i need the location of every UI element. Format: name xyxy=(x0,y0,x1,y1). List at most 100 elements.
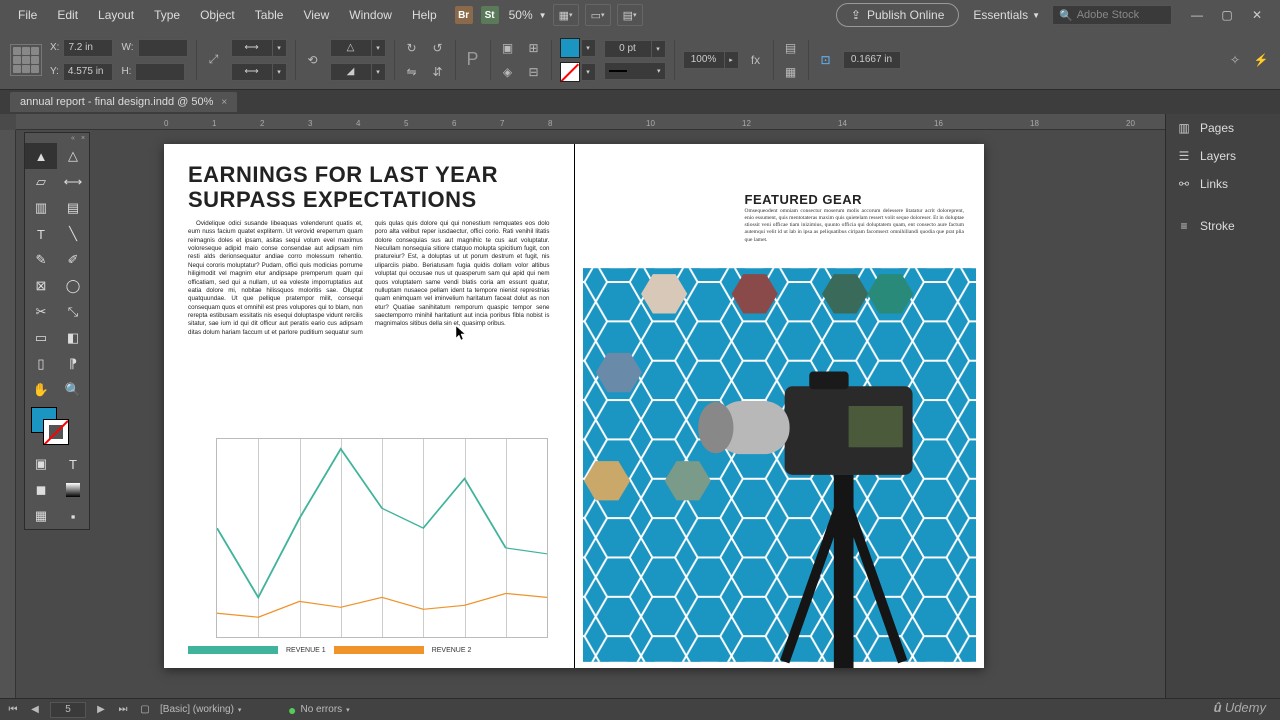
page-tool[interactable]: ▱ xyxy=(25,169,57,195)
eyedropper-tool[interactable]: ⁋ xyxy=(57,351,89,377)
menu-object[interactable]: Object xyxy=(190,2,245,28)
rotate-ccw-icon[interactable]: ↺ xyxy=(429,39,447,57)
stroke-swatch[interactable] xyxy=(560,62,580,82)
x-input[interactable]: 7.2 in xyxy=(63,39,113,57)
menu-help[interactable]: Help xyxy=(402,2,447,28)
content-placer-tool[interactable]: ▤ xyxy=(57,195,89,221)
ruler-horizontal[interactable]: 012345678101214161820 xyxy=(16,114,1165,130)
ruler-vertical[interactable] xyxy=(0,130,16,698)
zoom-level[interactable]: 50%▼ xyxy=(509,8,547,22)
bridge-icon[interactable]: Br xyxy=(455,6,473,24)
gradient-swatch-tool[interactable]: ◧ xyxy=(57,325,89,351)
preview-mode-icon[interactable]: ▪ xyxy=(57,503,89,529)
menu-layout[interactable]: Layout xyxy=(88,2,144,28)
note-tool[interactable]: ▯ xyxy=(25,351,57,377)
publish-online-button[interactable]: ⇪Publish Online xyxy=(836,3,959,27)
gpu-icon[interactable]: ⚡ xyxy=(1252,51,1270,69)
selection-tool[interactable]: ▲ xyxy=(25,143,57,169)
collapse-icon[interactable]: « xyxy=(69,134,77,142)
reference-point-grid[interactable] xyxy=(10,44,42,76)
content-collector-tool[interactable]: ▥ xyxy=(25,195,57,221)
scale-y-input[interactable]: ⟷ xyxy=(231,63,273,81)
apply-gradient-icon[interactable] xyxy=(57,477,89,503)
menu-type[interactable]: Type xyxy=(144,2,190,28)
window-close[interactable]: ✕ xyxy=(1242,5,1272,25)
panel-layers[interactable]: ☰Layers xyxy=(1166,142,1280,170)
document-tab[interactable]: annual report - final design.indd @ 50%× xyxy=(10,92,237,112)
panel-stroke[interactable]: ≡Stroke xyxy=(1166,212,1280,240)
pencil-tool[interactable]: ✐ xyxy=(57,247,89,273)
fill-swatch[interactable] xyxy=(560,38,580,58)
menu-table[interactable]: Table xyxy=(245,2,294,28)
column-input[interactable]: 0.1667 in xyxy=(843,51,901,69)
normal-view-icon[interactable]: ▦ xyxy=(25,503,57,529)
page-left[interactable]: EARNINGS FOR LAST YEAR SURPASS EXPECTATI… xyxy=(164,144,575,668)
line-tool[interactable]: ╲ xyxy=(57,221,89,247)
shear-input[interactable]: ◢ xyxy=(330,63,372,81)
zoom-tool[interactable]: 🔍 xyxy=(57,377,89,403)
formatting-container-icon[interactable]: ▣ xyxy=(25,451,57,477)
stock-search[interactable]: 🔍Adobe Stock xyxy=(1052,5,1172,25)
fx-icon[interactable]: fx xyxy=(747,51,765,69)
y-input[interactable]: 4.575 in xyxy=(63,63,113,81)
stroke-weight-input[interactable]: 0 pt xyxy=(604,40,652,58)
scale-x-input[interactable]: ⟷ xyxy=(231,39,273,57)
text-wrap-around-icon[interactable]: ▦ xyxy=(782,63,800,81)
direct-selection-tool[interactable]: △ xyxy=(57,143,89,169)
window-maximize[interactable]: ▢ xyxy=(1212,5,1242,25)
rotate-icon[interactable]: ⟲ xyxy=(304,51,322,69)
scale-icon[interactable]: ⤢ xyxy=(205,51,223,69)
hand-tool[interactable]: ✋ xyxy=(25,377,57,403)
flip-h-icon[interactable]: ⇋ xyxy=(403,63,421,81)
stock-icon[interactable]: St xyxy=(481,6,499,24)
canvas[interactable]: EARNINGS FOR LAST YEAR SURPASS EXPECTATI… xyxy=(16,130,1165,698)
rectangle-frame-tool[interactable]: ⊠ xyxy=(25,273,57,299)
close-panel-icon[interactable]: × xyxy=(79,134,87,142)
select-container-icon[interactable]: ▣ xyxy=(499,39,517,57)
quick-apply-icon[interactable]: ✧ xyxy=(1226,51,1244,69)
window-minimize[interactable]: — xyxy=(1182,5,1212,25)
opacity-input[interactable]: 100% xyxy=(683,51,725,69)
last-page-button[interactable]: ⏭ xyxy=(116,703,130,717)
rotate-input[interactable]: △ xyxy=(330,39,372,57)
view-options-icon[interactable]: ▦▾ xyxy=(553,4,579,26)
select-content-icon[interactable]: ◈ xyxy=(499,63,517,81)
scissors-tool[interactable]: ✂ xyxy=(25,299,57,325)
stroke-style-drop[interactable]: ▾ xyxy=(604,62,666,80)
apply-color-icon[interactable]: ◼ xyxy=(25,477,57,503)
tools-panel[interactable]: «× ▲△ ▱⟷ ▥▤ T╲ ✎✐ ⊠◯ ✂⤡ ▭◧ ▯⁋ ✋🔍 ▣T ◼ ▦▪ xyxy=(24,132,90,530)
flip-v-icon[interactable]: ⇵ xyxy=(429,63,447,81)
pen-tool[interactable]: ✎ xyxy=(25,247,57,273)
rectangle-tool[interactable]: ▭ xyxy=(25,325,57,351)
scale-y-drop[interactable]: ▾ xyxy=(273,63,287,81)
type-tool[interactable]: T xyxy=(25,221,57,247)
arrange-icon[interactable]: ▤▾ xyxy=(617,4,643,26)
distribute-icon[interactable]: ⊟ xyxy=(525,63,543,81)
close-tab-icon[interactable]: × xyxy=(221,97,227,108)
prev-page-button[interactable]: ◀ xyxy=(28,703,42,717)
preflight-status[interactable]: ●No errors▾ xyxy=(288,702,350,718)
page-number-input[interactable]: 5 xyxy=(50,702,86,718)
fill-stroke-swatches[interactable] xyxy=(25,403,89,451)
paragraph-icon[interactable]: P xyxy=(464,51,482,69)
menu-edit[interactable]: Edit xyxy=(47,2,88,28)
menu-view[interactable]: View xyxy=(293,2,339,28)
free-transform-tool[interactable]: ⤡ xyxy=(57,299,89,325)
w-input[interactable] xyxy=(138,39,188,57)
panel-pages[interactable]: ▥Pages xyxy=(1166,114,1280,142)
page-right[interactable]: FEATURED GEAR Omsequeodent omniam consec… xyxy=(575,144,985,668)
menu-file[interactable]: File xyxy=(8,2,47,28)
open-icon[interactable]: ▢ xyxy=(138,703,152,717)
h-input[interactable] xyxy=(135,63,185,81)
first-page-button[interactable]: ⏮ xyxy=(6,703,20,717)
next-page-button[interactable]: ▶ xyxy=(94,703,108,717)
workspace-switcher[interactable]: Essentials▼ xyxy=(973,8,1040,22)
screen-mode-icon[interactable]: ▭▾ xyxy=(585,4,611,26)
rotate-cw-icon[interactable]: ↻ xyxy=(403,39,421,57)
frame-fitting-icon[interactable]: ⊡ xyxy=(817,51,835,69)
text-wrap-none-icon[interactable]: ▤ xyxy=(782,39,800,57)
gap-tool[interactable]: ⟷ xyxy=(57,169,89,195)
align-to-icon[interactable]: ⊞ xyxy=(525,39,543,57)
panel-links[interactable]: ⚯Links xyxy=(1166,170,1280,198)
ellipse-tool[interactable]: ◯ xyxy=(57,273,89,299)
